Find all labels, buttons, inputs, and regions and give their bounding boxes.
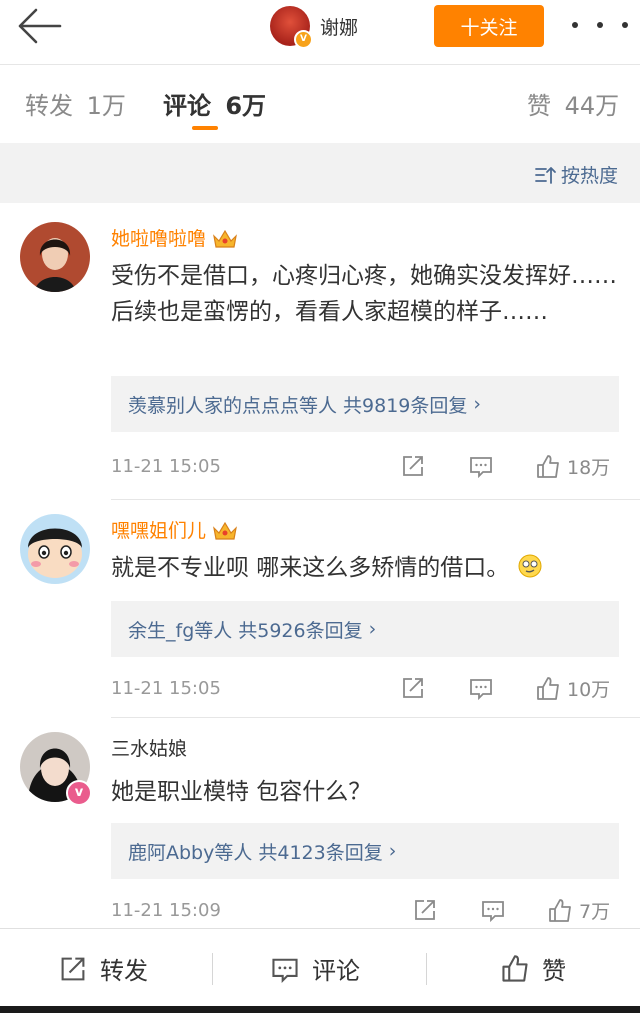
comment-item: 嘿嘿姐们儿 就是不专业呗 哪来这么多矫情的借口。 余生_fg等人 共5926条回… [0,500,640,718]
tab-bar: 转发 1万 评论 6万 赞 44万 [0,66,640,142]
chevron-right-icon: › [368,618,377,640]
more-options-icon[interactable] [572,8,628,42]
divider [426,953,427,985]
vip-crown-icon [213,521,237,540]
thumbs-up-icon [537,454,559,478]
commenter-name[interactable]: 她啦噜啦噜 [111,224,238,251]
tab-label: 赞 [527,92,551,120]
reply-comment-button[interactable] [480,897,506,923]
active-tab-indicator [192,126,218,130]
like-label: 赞 [542,957,566,985]
author-name[interactable]: 谢娜 [320,13,358,40]
thumbs-up-icon [549,898,571,922]
reply-count[interactable]: 共5926条回复 [238,616,362,643]
replies-by[interactable]: 鹿阿Abby等人 [128,838,252,865]
thumbs-up-icon [502,954,528,982]
sort-by-hot-button[interactable]: 按热度 [535,161,618,188]
replies-preview[interactable]: 余生_fg等人 共5926条回复 › [111,601,619,657]
divider [0,64,640,65]
comment-text: 她是职业模特 包容什么？ [111,779,372,805]
tab-repost[interactable]: 转发 1万 [25,86,126,121]
chevron-right-icon: › [473,393,481,415]
commenter-name[interactable]: 嘿嘿姐们儿 [111,516,238,543]
repost-comment-button[interactable] [400,453,426,479]
reply-count[interactable]: 共9819条回复 [343,391,467,418]
comment-time: 11-21 15:05 [111,456,221,477]
post-author[interactable]: V 谢娜 [270,6,358,49]
tab-label: 评论 [163,92,211,120]
tab-likes[interactable]: 赞 44万 [527,86,619,121]
chevron-right-icon: › [388,840,397,862]
share-icon [61,957,85,980]
like-button[interactable]: 赞 [500,951,566,986]
tab-count: 1万 [86,92,126,120]
commenter-name-text[interactable]: 嘿嘿姐们儿 [111,516,206,543]
replies-by[interactable]: 余生_fg等人 [128,616,232,643]
reply-count[interactable]: 共4123条回复 [258,838,382,865]
commenter-name[interactable]: 三水姑娘 [111,734,187,761]
sort-icon [535,166,556,184]
commenter-avatar[interactable] [20,222,90,292]
like-count: 18万 [567,457,611,479]
comment-item: v 三水姑娘 她是职业模特 包容什么？ 鹿阿Abby等人 共4123条回复 › … [0,718,640,928]
comment-icon [470,457,492,479]
screen-edge [0,1006,640,1013]
share-icon [415,900,435,920]
comment-button[interactable]: 评论 [270,951,360,986]
like-comment-button[interactable]: 7万 [547,897,610,924]
comment-icon [482,901,504,923]
share-icon [403,678,423,698]
bottom-action-bar: 转发 评论 赞 [0,928,640,1007]
comment-label: 评论 [312,957,360,985]
tab-count: 6万 [225,92,267,120]
vip-crown-icon [213,229,237,248]
like-comment-button[interactable]: 18万 [535,453,610,480]
verified-icon: v [66,780,92,806]
thumbs-up-icon [537,676,559,700]
commenter-avatar[interactable] [20,514,90,584]
reply-comment-button[interactable] [468,453,494,479]
repost-comment-button[interactable] [400,675,426,701]
comment-text: 受伤不是借口，心疼归心疼，她确实没发挥好……后续也是蛮愣的，看看人家超模的样子…… [111,263,617,325]
like-count: 10万 [567,679,611,701]
repost-label: 转发 [100,957,148,985]
repost-button[interactable]: 转发 [58,951,148,986]
comment-text-content: 就是不专业呗 哪来这么多矫情的借口。 [111,555,510,581]
verified-icon: V [294,30,313,49]
smirk-emoji-icon [518,554,542,578]
sort-label: 按热度 [560,165,618,187]
comment-icon [272,958,298,983]
like-count: 7万 [579,901,611,923]
comment-icon [470,679,492,701]
comment-time: 11-21 15:09 [111,900,221,921]
tab-count: 44万 [564,92,620,120]
repost-comment-button[interactable] [412,897,438,923]
back-arrow-icon[interactable] [14,6,66,46]
replies-by[interactable]: 羡慕别人家的点点点等人 [128,391,337,418]
divider [212,953,213,985]
follow-button[interactable]: 十关注 [434,5,544,47]
share-icon [403,456,423,476]
commenter-name-text[interactable]: 她啦噜啦噜 [111,224,206,251]
replies-preview[interactable]: 鹿阿Abby等人 共4123条回复 › [111,823,619,879]
sort-bar: 按热度 [0,143,640,203]
tab-label: 转发 [25,92,73,120]
commenter-name-text[interactable]: 三水姑娘 [111,734,187,761]
author-avatar[interactable]: V [270,6,313,49]
top-navigation-bar: V 谢娜 十关注 [0,0,640,56]
comment-time: 11-21 15:05 [111,678,221,699]
like-comment-button[interactable]: 10万 [535,675,610,702]
tab-comments[interactable]: 评论 6万 [163,86,266,121]
comment-item: 她啦噜啦噜 受伤不是借口，心疼归心疼，她确实没发挥好……后续也是蛮愣的，看看人家… [0,204,640,500]
reply-comment-button[interactable] [468,675,494,701]
replies-preview[interactable]: 羡慕别人家的点点点等人 共9819条回复 › [111,376,619,432]
comment-text: 就是不专业呗 哪来这么多矫情的借口。 [111,550,621,586]
